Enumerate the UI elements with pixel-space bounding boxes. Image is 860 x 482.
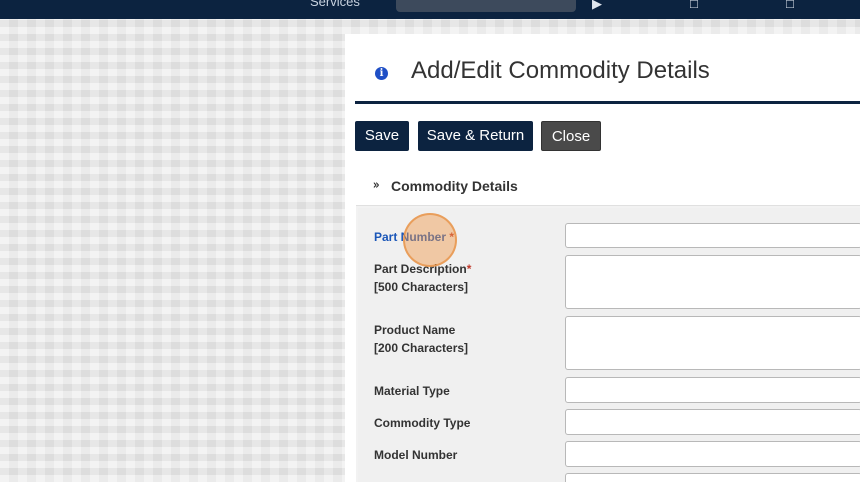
section-header[interactable]: » Commodity Details — [356, 166, 860, 206]
next-field-input[interactable] — [565, 473, 860, 482]
click-indicator — [403, 213, 457, 267]
product-name-textarea[interactable] — [565, 316, 860, 370]
model-number-label: Model Number — [374, 448, 458, 462]
material-type-label: Material Type — [374, 384, 450, 398]
close-button[interactable]: Close — [541, 121, 601, 151]
info-icon: i — [375, 67, 388, 80]
required-marker: * — [466, 262, 472, 276]
page-header: i Add/Edit Commodity Details — [355, 34, 860, 104]
global-search-box[interactable] — [396, 0, 576, 12]
save-button[interactable]: Save — [355, 121, 409, 151]
part-number-input[interactable] — [565, 223, 860, 248]
commodity-type-input[interactable] — [565, 409, 860, 435]
section-title: Commodity Details — [391, 178, 518, 194]
messages-icon[interactable]: □ — [690, 0, 698, 11]
commodity-type-label: Commodity Type — [374, 416, 471, 430]
nav-item-services[interactable]: Services — [310, 0, 360, 9]
notifications-icon[interactable]: □ — [786, 0, 794, 11]
top-navigation-bar: Services ▶ □ □ — [0, 0, 860, 19]
save-and-return-button[interactable]: Save & Return — [418, 121, 533, 151]
product-name-char-limit: [200 Characters] — [374, 341, 469, 355]
page-title: Add/Edit Commodity Details — [411, 57, 710, 84]
material-type-input[interactable] — [565, 377, 860, 403]
product-name-label: Product Name [200 Characters] — [374, 323, 469, 355]
double-chevron-down-icon[interactable]: » — [373, 178, 380, 193]
part-description-char-limit: [500 Characters] — [374, 280, 469, 294]
user-icon[interactable]: ▶ — [592, 0, 602, 12]
part-description-textarea[interactable] — [565, 255, 860, 309]
model-number-input[interactable] — [565, 441, 860, 467]
